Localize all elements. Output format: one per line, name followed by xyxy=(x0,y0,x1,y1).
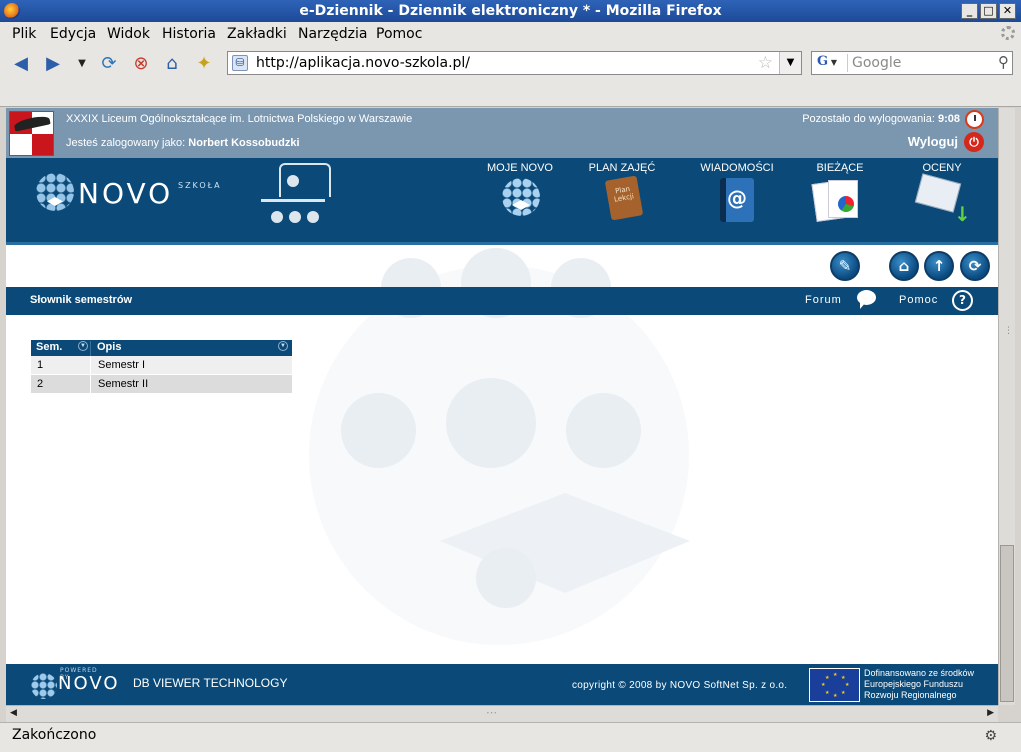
home-icon[interactable]: ⌂ xyxy=(161,53,183,75)
menu-bar: Plik Edycja Widok Historia Zakładki Narz… xyxy=(0,22,1021,46)
scroll-right-icon[interactable]: ▶ xyxy=(987,708,994,718)
horizontal-scrollbar[interactable]: ◀ ⋯ ▶ xyxy=(6,705,998,722)
grades-icon: ↓ xyxy=(914,173,971,226)
nav-plan-zajec[interactable]: PLAN ZAJĘĆ Plan Lekcji xyxy=(582,158,662,245)
sort-sem-icon[interactable]: ▼ xyxy=(78,341,88,351)
maximize-button[interactable]: □ xyxy=(980,3,997,19)
hscroll-grip-icon: ⋯ xyxy=(486,706,497,719)
close-button[interactable]: ✕ xyxy=(999,3,1016,19)
classroom-illustration xyxy=(261,163,335,241)
forward-icon[interactable]: ▶ xyxy=(42,53,64,75)
status-text: Zakończono xyxy=(12,727,97,743)
history-dropdown-icon[interactable]: ▼ xyxy=(74,53,90,75)
school-name: XXXIX Liceum Ogólnokształcące im. Lotnic… xyxy=(66,113,413,125)
page-footer: POWERED BY NOVO DB VIEWER TECHNOLOGY cop… xyxy=(6,664,998,705)
page-viewport: XXXIX Liceum Ogólnokształcące im. Lotnic… xyxy=(6,108,998,705)
help-link[interactable]: Pomoc xyxy=(899,294,938,306)
menu-zakladki[interactable]: Zakładki xyxy=(227,26,287,42)
table-row[interactable]: 2 Semestr II xyxy=(31,375,292,394)
copyright-text: copyright © 2008 by NOVO SoftNet Sp. z o… xyxy=(572,680,788,691)
sort-opis-icon[interactable]: ▼ xyxy=(278,341,288,351)
nav-wiadomosci[interactable]: WIADOMOŚCI @ xyxy=(696,158,778,245)
eu-flag-icon: ★ ★ ★ ★ ★ ★ ★ ★ xyxy=(809,668,860,702)
user-name: Norbert Kossobudzki xyxy=(188,137,300,149)
eu-funding-text: Dofinansowano ze środków Europejskiego F… xyxy=(864,668,975,700)
main-banner: NOVO SZKOŁA MOJE NOVO PLAN ZAJĘĆ Plan Le… xyxy=(6,158,998,245)
search-bar[interactable]: G ▼ Google ⚲ xyxy=(811,51,1013,75)
table-row[interactable]: 1 Semestr I xyxy=(31,356,292,375)
cell-opis: Semestr II xyxy=(98,378,149,390)
help-icon[interactable]: ? xyxy=(952,290,973,311)
technology-label: DB VIEWER TECHNOLOGY xyxy=(133,676,288,690)
forum-link[interactable]: Forum xyxy=(805,294,842,306)
speech-bubble-icon[interactable] xyxy=(857,290,876,305)
edit-note-button[interactable]: ✎ xyxy=(830,251,860,281)
column-header-sem[interactable]: Sem. xyxy=(36,341,62,353)
search-input[interactable]: Google xyxy=(852,55,901,71)
minimize-button[interactable]: _ xyxy=(961,3,978,19)
school-logo xyxy=(9,111,54,156)
school-header: XXXIX Liceum Ogólnokształcące im. Lotnic… xyxy=(6,108,998,158)
scroll-left-icon[interactable]: ◀ xyxy=(10,708,17,718)
url-bar[interactable]: ⛁ http://aplikacja.novo-szkola.pl/ ☆ ▼ xyxy=(227,51,802,75)
planner-icon: Plan Lekcji xyxy=(604,175,644,221)
window-titlebar: e-Dziennik - Dziennik elektroniczny * - … xyxy=(0,0,1021,22)
semesters-table: Sem. ▼ Opis ▼ 1 Semestr I 2 Semestr II xyxy=(31,340,292,394)
menu-pomoc[interactable]: Pomoc xyxy=(376,26,422,42)
logout-link[interactable]: Wyloguj xyxy=(908,134,958,149)
up-button[interactable]: ↑ xyxy=(924,251,954,281)
globe-icon xyxy=(502,178,540,216)
scroll-thumb[interactable] xyxy=(1000,545,1014,702)
alarm-clock-icon xyxy=(965,110,984,129)
nav-oceny[interactable]: OCENY ↓ xyxy=(910,158,974,245)
vertical-scrollbar[interactable]: ⋮ xyxy=(998,108,1015,705)
power-icon[interactable]: ⏻ xyxy=(964,132,984,152)
search-icon[interactable]: ⚲ xyxy=(998,53,1009,71)
home-button[interactable]: ⌂ xyxy=(889,251,919,281)
throbber-icon xyxy=(1001,26,1015,40)
menu-edycja[interactable]: Edycja xyxy=(50,26,96,42)
cell-sem: 2 xyxy=(37,378,44,390)
menu-narzedzia[interactable]: Narzędzia xyxy=(298,26,367,42)
url-dropdown-icon[interactable]: ▼ xyxy=(779,52,801,74)
url-text[interactable]: http://aplikacja.novo-szkola.pl/ xyxy=(256,55,470,71)
reports-icon xyxy=(811,178,862,222)
bookmark-page-icon[interactable]: ✦ xyxy=(192,53,216,75)
mail-book-icon: @ xyxy=(720,178,754,222)
nav-biezace[interactable]: BIEŻĄCE xyxy=(806,158,874,245)
cell-opis: Semestr I xyxy=(98,359,146,371)
column-header-opis[interactable]: Opis xyxy=(97,341,121,353)
section-header: Słownik semestrów Forum Pomoc ? xyxy=(6,287,998,315)
search-engine-icon[interactable]: G ▼ xyxy=(814,54,848,72)
bookmark-star-icon[interactable]: ☆ xyxy=(758,53,773,73)
menu-plik[interactable]: Plik xyxy=(12,26,36,42)
window-title: e-Dziennik - Dziennik elektroniczny * - … xyxy=(299,3,722,19)
site-identity-icon[interactable]: ⛁ xyxy=(232,55,248,71)
scroll-grip-icon: ⋮ xyxy=(1004,326,1013,336)
security-status-icon: ⚙ xyxy=(984,728,997,744)
bookmarks-toolbar xyxy=(0,82,1021,107)
table-header: Sem. ▼ Opis ▼ xyxy=(31,340,292,357)
menu-widok[interactable]: Widok xyxy=(107,26,150,42)
page-title: Słownik semestrów xyxy=(30,294,133,306)
nav-moje-novo[interactable]: MOJE NOVO xyxy=(480,158,560,245)
cell-sem: 1 xyxy=(37,359,44,371)
stop-icon[interactable]: ⊗ xyxy=(130,53,152,75)
status-bar: Zakończono ⚙ xyxy=(0,722,1021,752)
refresh-button[interactable]: ⟳ xyxy=(960,251,990,281)
timer-value: 9:08 xyxy=(937,113,960,125)
menu-historia[interactable]: Historia xyxy=(162,26,216,42)
logout-timer: Pozostało do wylogowania: 9:08 xyxy=(802,113,960,125)
back-icon[interactable]: ◀ xyxy=(10,53,32,75)
novo-small-globe-icon xyxy=(31,673,57,699)
navigation-toolbar: ◀ ▶ ▼ ⟳ ⊗ ⌂ ✦ ⛁ http://aplikacja.novo-sz… xyxy=(0,46,1021,82)
logged-user: Jesteś zalogowany jako: Norbert Kossobud… xyxy=(66,137,300,149)
reload-icon[interactable]: ⟳ xyxy=(98,53,120,75)
